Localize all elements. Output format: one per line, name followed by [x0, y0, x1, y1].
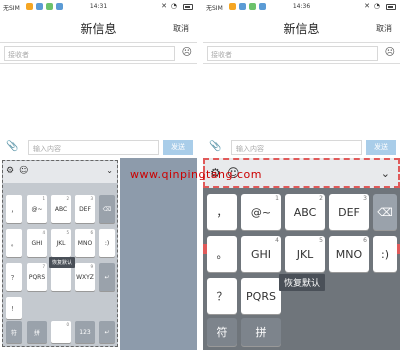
key-pqrs[interactable]: PQRS 7 [27, 263, 47, 291]
chevron-down-icon[interactable]: ⌄ [381, 167, 390, 180]
return-key[interactable]: ↵ [99, 321, 115, 343]
add-contact-icon[interactable]: ☹ [385, 47, 395, 58]
attachment-icon[interactable]: 📎 [209, 141, 221, 152]
pinyin-key[interactable]: 拼 [27, 321, 47, 343]
restore-default-tooltip[interactable]: 恢复默认 [49, 257, 76, 268]
key-jkl[interactable]: JKL 5 [51, 229, 71, 257]
title-bar: 新信息 取消 [203, 14, 400, 40]
punctuation-key[interactable]: 。 [6, 229, 22, 257]
enter-key[interactable]: ↵ [99, 263, 115, 291]
recipient-row: 接收者 ☹ [203, 42, 400, 64]
backspace-key[interactable]: ⌫ [99, 195, 115, 223]
key-ghi[interactable]: GHI 4 [27, 229, 47, 257]
backspace-key[interactable]: ⌫ [373, 194, 397, 230]
key-abc[interactable]: ABC 2 [51, 195, 71, 223]
cancel-button[interactable]: 取消 [376, 23, 392, 34]
punctuation-key[interactable]: ？ [207, 278, 237, 314]
punctuation-key[interactable]: 。 [207, 236, 237, 272]
clock: 14:36 [292, 3, 311, 10]
t9-keyboard-large: ⚙ ☺ ⌄ ， 。 ？ @~ 1 ABC 2 DEF 3 ⌫ GHI 4 JKL 5 MN… [203, 158, 400, 350]
key-at[interactable]: @~ 1 [27, 195, 47, 223]
punctuation-key[interactable]: ， [6, 195, 22, 223]
title-bar: 新信息 取消 [0, 14, 197, 40]
key-wxyz[interactable]: WXYZ 9 [75, 263, 95, 291]
mute-icon: ✕ [161, 2, 167, 10]
send-button[interactable]: 发送 [366, 140, 396, 155]
key-pqrs[interactable]: PQRS [241, 278, 281, 314]
send-button[interactable]: 发送 [163, 140, 193, 155]
battery-icon [183, 4, 193, 10]
restore-default-tooltip[interactable]: 恢复默认 [279, 274, 326, 291]
symbol-key[interactable]: 符 [6, 321, 22, 343]
punctuation-key[interactable]: ！ [6, 297, 22, 319]
freed-screen-area [120, 158, 197, 350]
key-def[interactable]: DEF 3 [75, 195, 95, 223]
emoji-icon[interactable]: ☺ [19, 166, 28, 176]
pinyin-key[interactable]: 拼 [241, 318, 281, 346]
battery-icon [386, 4, 396, 10]
key-at[interactable]: @~ 1 [241, 194, 281, 230]
space-key[interactable]: 0 [51, 321, 71, 343]
attachment-icon[interactable]: 📎 [6, 141, 18, 152]
emoticon-key[interactable]: :) [373, 236, 397, 272]
cancel-button[interactable]: 取消 [173, 23, 189, 34]
numbers-key[interactable]: 123 [75, 321, 95, 343]
page-title: 新信息 [80, 22, 117, 36]
punctuation-key[interactable]: ？ [6, 263, 22, 291]
recipient-input[interactable]: 接收者 [207, 46, 378, 61]
key-jkl[interactable]: JKL 5 [285, 236, 325, 272]
emoticon-key[interactable]: :) [99, 229, 115, 257]
wifi-icon: ◔ [170, 2, 177, 10]
mute-icon: ✕ [364, 2, 370, 10]
gear-icon[interactable]: ⚙ [6, 166, 14, 176]
composer-row: 📎 输入内容 发送 [0, 138, 197, 158]
add-contact-icon[interactable]: ☹ [182, 47, 192, 58]
punctuation-key[interactable]: ， [207, 194, 237, 230]
composer-row: 📎 输入内容 发送 [203, 138, 400, 158]
recipient-row: 接收者 ☹ [0, 42, 197, 64]
recipient-input[interactable]: 接收者 [4, 46, 175, 61]
chevron-down-icon[interactable]: ⌄ [106, 166, 113, 175]
message-input[interactable]: 输入内容 [231, 140, 362, 155]
page-title: 新信息 [283, 22, 320, 36]
clock: 14:31 [89, 3, 108, 10]
key-def[interactable]: DEF 3 [329, 194, 369, 230]
status-bar: 无SIM 14:31 ✕ ◔ [0, 0, 197, 14]
status-bar: 无SIM 14:36 ✕ ◔ [203, 0, 400, 14]
message-input[interactable]: 输入内容 [28, 140, 159, 155]
keyboard-toolbar: ⚙ ☺ ⌄ [3, 161, 117, 183]
wifi-icon: ◔ [373, 2, 380, 10]
symbol-key[interactable]: 符 [207, 318, 237, 346]
key-mno[interactable]: MNO 6 [75, 229, 95, 257]
key-ghi[interactable]: GHI 4 [241, 236, 281, 272]
key-abc[interactable]: ABC 2 [285, 194, 325, 230]
key-mno[interactable]: MNO 6 [329, 236, 369, 272]
watermark-text: www.qinpingtang.com [130, 168, 262, 181]
t9-keyboard-small: ⚙ ☺ ⌄ ， 。 ？ ！ @~ 1 ABC 2 DEF 3 ⌫ GHI 4 JKL 5 … [2, 160, 118, 347]
